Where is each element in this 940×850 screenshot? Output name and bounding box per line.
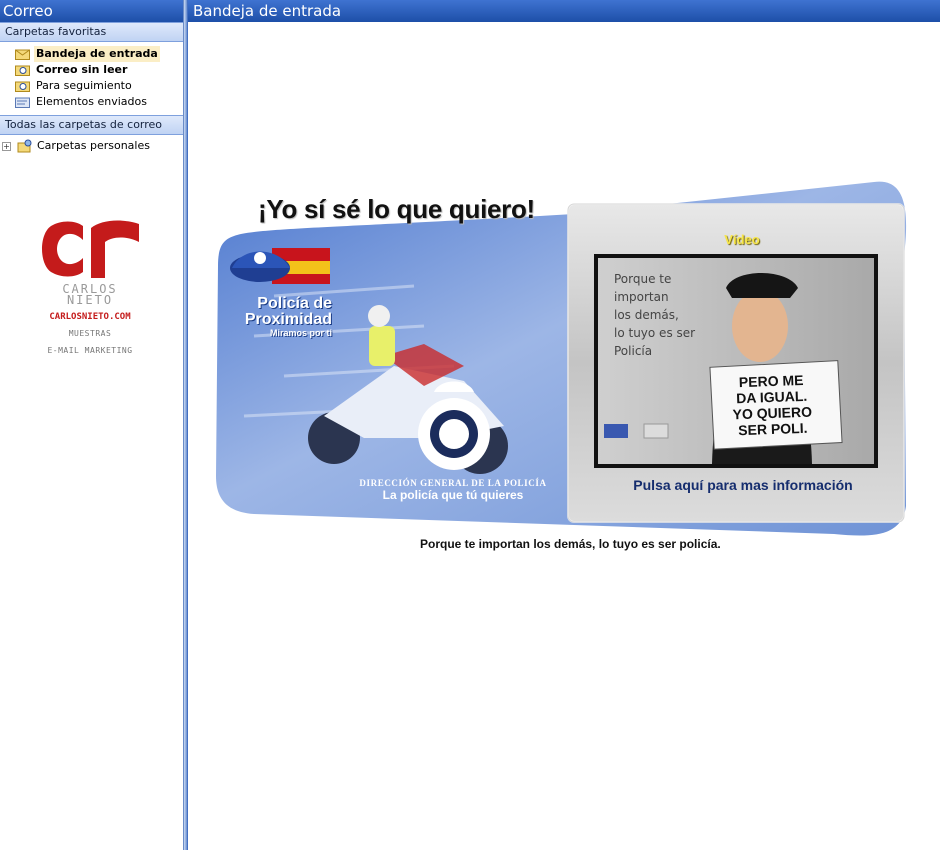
pane-splitter[interactable] xyxy=(184,0,188,850)
video-quote-line: lo tuyo es ser xyxy=(614,326,696,340)
sent-folder-icon xyxy=(15,97,30,108)
search-folder-icon xyxy=(15,81,30,92)
folder-follow-up[interactable]: Para seguimiento xyxy=(0,78,183,94)
video-quote-line: Policía xyxy=(614,344,653,358)
logo-tagline-2: E-MAIL MARKETING xyxy=(47,346,133,355)
more-info-link[interactable]: Pulsa aquí para mas información xyxy=(590,477,896,493)
banner-caption: Porque te importan los demás, lo tuyo es… xyxy=(420,537,721,551)
brand-line-2: Proximidad xyxy=(244,311,332,328)
inbox-folder-icon xyxy=(15,49,30,60)
folder-label: Para seguimiento xyxy=(36,79,132,92)
favorites-header[interactable]: Carpetas favoritas xyxy=(0,22,183,42)
folder-sent-items[interactable]: Elementos enviados xyxy=(0,94,183,110)
logo-url[interactable]: CARLOSNIETO.COM xyxy=(25,312,155,322)
logo-name-line2: NIETO xyxy=(66,293,114,307)
brand-line-1: Policía de xyxy=(257,295,332,312)
folder-label: Bandeja de entrada xyxy=(34,46,160,62)
folder-inbox[interactable]: Bandeja de entrada xyxy=(0,46,183,62)
search-folder-icon xyxy=(15,65,30,76)
expand-icon[interactable]: + xyxy=(2,141,11,151)
banner-headline: ¡Yo sí sé lo que quiero! xyxy=(258,194,535,224)
video-quote-line: Porque te xyxy=(614,272,672,286)
video-quote-line: importan xyxy=(614,290,669,304)
personal-folders-icon xyxy=(17,139,32,153)
policia-proximidad-logo: Policía de Proximidad Miramos por ti xyxy=(226,295,332,339)
folder-title: Bandeja de entrada xyxy=(188,0,940,22)
carlos-nieto-logo: CARLOS NIETO CARLOSNIETO.COM MUESTRAS E-… xyxy=(25,218,155,356)
video-quote-line: los demás, xyxy=(614,308,679,322)
org-slogan: La policía que tú quieres xyxy=(382,488,524,502)
protest-sign-text: PERO ME DA IGUAL. YO QUIERO SER POLI. xyxy=(721,371,823,438)
cn-logo-mark xyxy=(42,220,139,278)
folder-label: Correo sin leer xyxy=(36,63,128,76)
video-quote: Porque te importan los demás, lo tuyo es… xyxy=(614,270,695,360)
navigation-pane: Correo Carpetas favoritas Bandeja de ent… xyxy=(0,0,184,850)
tree-label: Carpetas personales xyxy=(37,139,150,152)
video-label: Vídeo xyxy=(724,232,760,247)
all-folders-header[interactable]: Todas las carpetas de correo xyxy=(0,115,183,135)
logo-tagline-1: MUESTRAS xyxy=(68,329,112,338)
folder-label: Elementos enviados xyxy=(36,95,147,108)
tree-personal-folders[interactable]: + Carpetas personales xyxy=(0,137,183,155)
nav-pane-title: Correo xyxy=(0,0,183,22)
org-name: DIRECCIÓN GENERAL DE LA POLICÍA xyxy=(359,478,547,488)
brand-tagline: Miramos por ti xyxy=(269,328,332,338)
favorites-list: Bandeja de entrada Correo sin leer Para … xyxy=(0,42,183,110)
folder-unread-mail[interactable]: Correo sin leer xyxy=(0,62,183,78)
